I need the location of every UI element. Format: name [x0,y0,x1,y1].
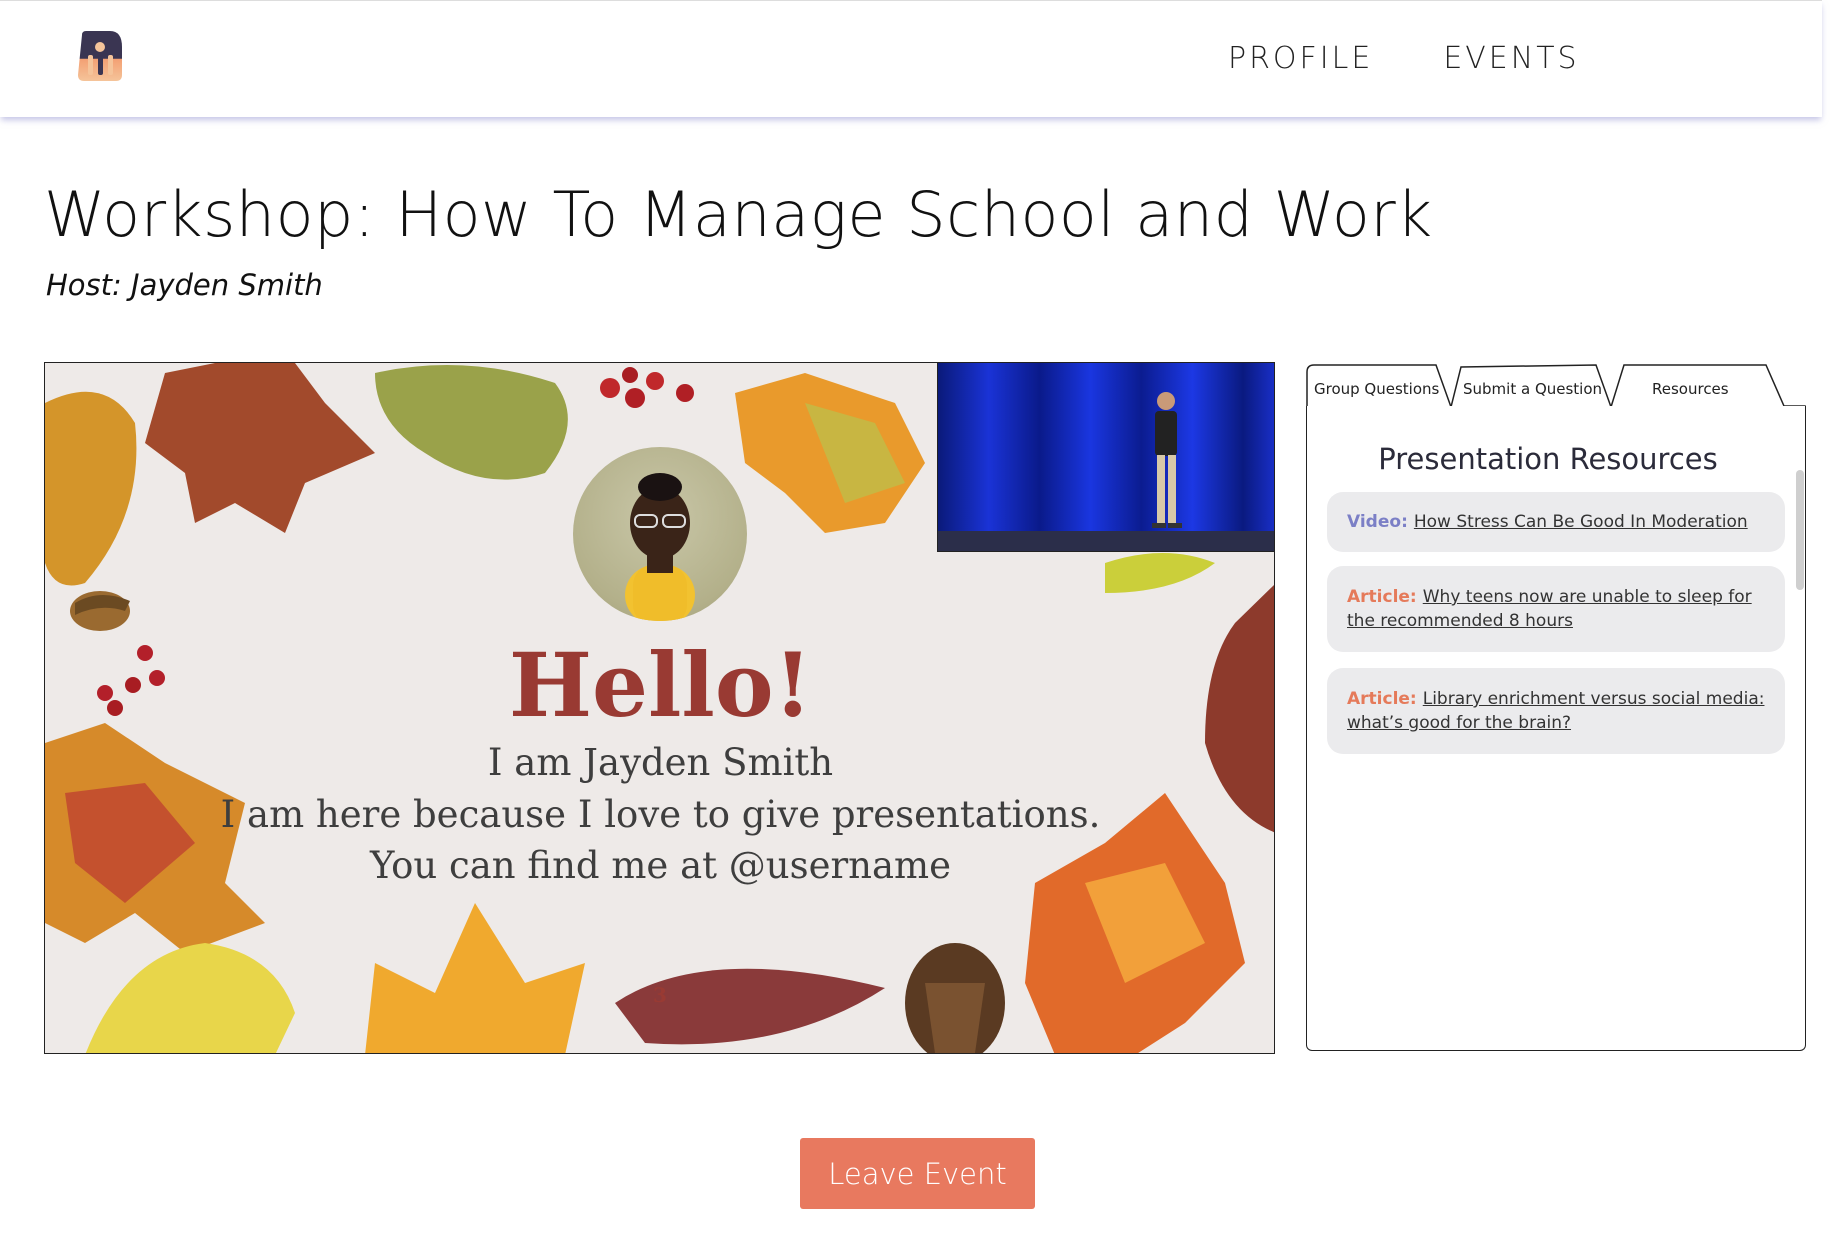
tab-submit-question[interactable]: Submit a Question [1463,380,1602,398]
nav-profile-link[interactable]: PROFILE [1228,41,1373,76]
resource-kind-label: Article: [1347,587,1417,607]
resource-link[interactable]: How Stress Can Be Good In Moderation [1414,512,1748,532]
panel-scrollbar[interactable] [1796,470,1804,590]
speaker-video-feed[interactable] [937,363,1274,552]
resources-panel: Presentation Resources Video: How Stress … [1306,406,1806,1051]
top-navigation-bar: PROFILE EVENTS [0,0,1822,117]
resource-kind-label: Video: [1347,512,1408,532]
slide-page-number: 3 [653,983,667,1007]
main-nav: PROFILE EVENTS [1228,41,1580,76]
nav-events-link[interactable]: EVENTS [1443,41,1579,76]
event-title: Workshop: How To Manage School and Work [44,178,1433,251]
presentation-stage[interactable]: Hello! I am Jayden Smith I am here becau… [44,362,1275,1054]
app-logo-icon[interactable] [76,29,124,85]
resource-item[interactable]: Article: Library enrichment versus social… [1327,668,1785,754]
slide-intro-reason: I am here because I love to give present… [220,793,1101,836]
tab-group-questions[interactable]: Group Questions [1314,380,1439,398]
tab-resources[interactable]: Resources [1652,380,1729,398]
resource-item[interactable]: Article: Why teens now are unable to slee… [1327,566,1785,652]
resource-item[interactable]: Video: How Stress Can Be Good In Moderati… [1327,492,1785,552]
event-host: Host: Jayden Smith [46,268,323,302]
presenter-avatar [573,447,747,621]
slide-intro-contact: You can find me at @username [369,844,952,887]
panel-title: Presentation Resources [1378,442,1718,476]
slide-intro-name: I am Jayden Smith [487,741,834,784]
leave-event-button[interactable]: Leave Event [800,1138,1035,1209]
resource-kind-label: Article: [1347,689,1417,709]
slide-heading: Hello! [508,633,813,737]
